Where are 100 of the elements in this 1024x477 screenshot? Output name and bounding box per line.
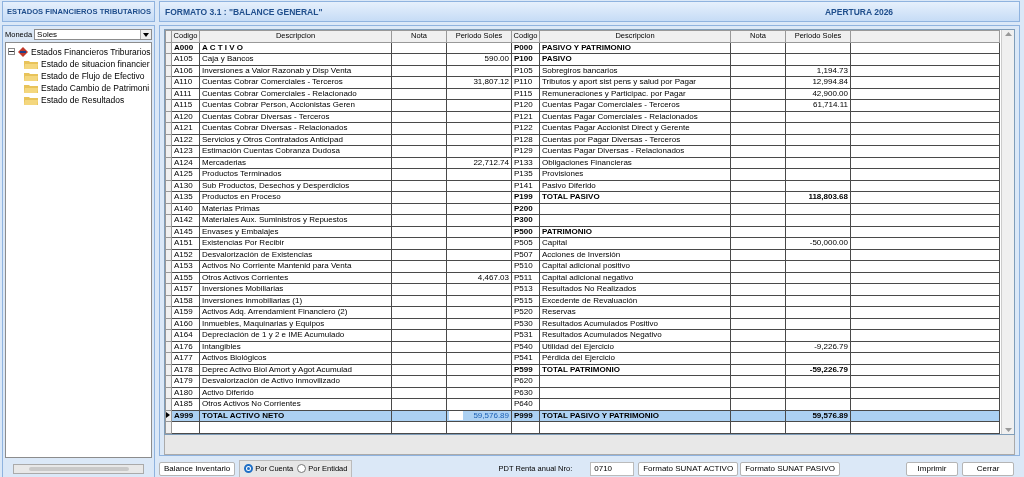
close-button[interactable]: Cerrar: [962, 461, 1014, 476]
table-row[interactable]: A151 Existencias Por Recibir P505 Capital -50,000.00: [165, 237, 1000, 249]
table-row[interactable]: A153 Activos No Corriente Mantenid para Venta P510 Capital adicional positivo: [165, 260, 1000, 272]
scroll-down-icon[interactable]: [1004, 427, 1012, 432]
table-cell: 31,807.12: [473, 77, 509, 87]
table-cell: Reservas: [542, 307, 576, 317]
table-row[interactable]: A123 Estimación Cuentas Cobranza Dudosa P129 Cuentas Pagar Diversas - Relacionados: [165, 145, 1000, 157]
print-button[interactable]: Imprimir: [906, 461, 958, 476]
table-row[interactable]: A152 Desvalorización de Existencias P507 Acciones de Inversión: [165, 249, 1000, 261]
radio-button[interactable]: [297, 464, 307, 473]
table-cell: Activos No Corriente Mantenid para Venta: [202, 261, 352, 271]
tree-item[interactable]: Estados Financieros Triburarios: [31, 46, 151, 57]
moneda-dropdown[interactable]: Soles: [34, 29, 152, 40]
pdt-number-field[interactable]: 0710: [590, 461, 635, 476]
table-row[interactable]: A155 Otros Activos Corrientes 4,467.03 P511 Capital adicional negativo: [165, 272, 1000, 284]
table-row[interactable]: A160 Inmuebles, Maquinarias y Equipos P530 Resultados Acumulados Positivo: [165, 318, 1000, 330]
table-cell: Pasivo Diferido: [542, 180, 596, 190]
table-row[interactable]: A145 Envases y Embalajes P500 PATRIMONIO: [165, 226, 1000, 238]
table-row[interactable]: A130 Sub Productos, Desechos y Desperdicios P141 Pasivo Diferido: [165, 180, 1000, 192]
table-row[interactable]: A178 Deprec Activo Biol Amort y Agot Acumulad P599 TOTAL PATRIMONIO -59,226.79: [165, 364, 1000, 376]
table-cell: Desvalorización de Existencias: [202, 249, 313, 259]
table-row[interactable]: A124 Mercaderias 22,712.74 P133 Obligaciones Financieras: [165, 157, 1000, 169]
table-cell: A124: [174, 157, 193, 167]
dropdown-arrow-icon[interactable]: [140, 30, 151, 39]
collapse-icon[interactable]: [8, 48, 15, 55]
format-button[interactable]: Formato SUNAT ACTIVO: [638, 461, 739, 476]
cell-editor[interactable]: [449, 411, 463, 421]
table-cell: A160: [174, 318, 193, 328]
table-cell: 4,467.03: [477, 272, 509, 282]
table-cell: -59,226.79: [809, 364, 848, 374]
table-row[interactable]: A142 Materiales Aux. Suministros y Repuestos P300: [165, 214, 1000, 226]
vertical-scrollbar[interactable]: [1001, 30, 1014, 434]
selected-row[interactable]: A999 TOTAL ACTIVO NETO 59,576.89 P999 TOTAL PASIVO Y PATRIMONIO 59,576.89: [165, 410, 1000, 422]
table-row[interactable]: A135 Productos en Proceso P199 TOTAL PASIVO 118,803.68: [165, 191, 1000, 203]
table-row[interactable]: A185 Otros Activos No Corrientes P640: [165, 398, 1000, 410]
table-cell: A120: [174, 111, 193, 121]
table-cell: P100: [514, 54, 533, 64]
scroll-up-icon[interactable]: [1004, 32, 1012, 36]
table-cell: P540: [514, 341, 533, 351]
table-cell: A164: [174, 330, 193, 340]
table-cell: P541: [514, 353, 533, 363]
table-cell: 1,194.73: [816, 65, 848, 75]
table-row[interactable]: A179 Desvalorización de Activo Inmovilizado P620: [165, 375, 1000, 387]
table-row[interactable]: A121 Cuentas Cobrar Diversas - Relacionados P122 Cuentas Pagar Accionist Direct y Gerente: [165, 122, 1000, 134]
table-cell: PASIVO: [542, 54, 572, 64]
table-row[interactable]: A122 Servicios y Otros Contratados Anticipad P128 Cuentas por Pagar Diversas - Terceros: [165, 134, 1000, 146]
table-cell: A C T I V O: [202, 42, 244, 52]
table-row[interactable]: A000 A C T I V O P000 PASIVO Y PATRIMONIO: [165, 42, 1000, 54]
horizontal-scrollbar[interactable]: [13, 463, 144, 474]
folder-icon: [24, 70, 38, 81]
table-cell: Obligaciones Financieras: [542, 157, 632, 167]
table-row[interactable]: A177 Activos Biológicos P541 Pérdida del Ejercicio: [165, 352, 1000, 364]
balance-inventario-button[interactable]: Balance Inventario: [159, 461, 236, 476]
table-cell: A111: [174, 88, 192, 98]
table-cell: Inversiones Inmobiliarias (1): [202, 295, 303, 305]
table-cell: A185: [174, 399, 193, 409]
tree-item[interactable]: Estado Cambio de Patrimoni: [41, 82, 150, 93]
radio-button[interactable]: [244, 464, 254, 473]
table-cell: A125: [174, 169, 193, 179]
table-cell: Utilidad del Ejercicio: [542, 341, 615, 351]
table-row[interactable]: A157 Inversiones Mobiliarias P513 Resultados No Realizados: [165, 283, 1000, 295]
format-button[interactable]: Formato SUNAT PASIVO: [740, 461, 840, 476]
table-cell: 118,803.68: [808, 192, 848, 202]
table-cell: -50,000.00: [809, 238, 848, 248]
tree-item[interactable]: Estado de situacion financier: [41, 58, 150, 69]
table-cell: Mercaderias: [202, 157, 246, 167]
table-cell: Cuentas Cobrar Comerciales - Relacionado: [202, 88, 357, 98]
table-cell: TOTAL ACTIVO NETO: [202, 410, 285, 420]
table-cell: Cuentas Pagar Accionist Direct y Gerente: [542, 123, 690, 133]
scrollbar-thumb[interactable]: [28, 466, 129, 471]
table-row[interactable]: A115 Cuentas Cobrar Person, Accionistas Geren P120 Cuentas Pagar Comerciales - Terceros 61,714.11: [165, 99, 1000, 111]
table-row[interactable]: A110 Cuentas Cobrar Comerciales - Terceros 31,807.12 P110 Tributos y aport sist pens y salud por Pagar 12,994.84: [165, 76, 1000, 88]
table-cell: Cuentas Pagar Comerciales - Relacionados: [542, 111, 698, 121]
table-cell: 590.00: [484, 54, 509, 64]
table-cell: 12,994.84: [812, 77, 848, 87]
table-cell: Existencias Por Recibir: [202, 238, 285, 248]
table-cell: Cuentas Cobrar Person, Accionistas Geren: [202, 100, 355, 110]
table-cell: A140: [174, 203, 193, 213]
table-row[interactable]: A158 Inversiones Inmobiliarias (1) P515 Excedente de Revaluación: [165, 295, 1000, 307]
table-cell: A145: [174, 226, 193, 236]
row-pointer-icon: [166, 411, 170, 418]
table-cell: Acciones de Inversión: [542, 249, 621, 259]
table-cell: 22,712.74: [473, 157, 509, 167]
table-row[interactable]: A106 Inversiones a Valor Razonab y Disp Venta P105 Sobregiros bancarios 1,194.73: [165, 65, 1000, 77]
table-row[interactable]: A111 Cuentas Cobrar Comerciales - Relacionado P115 Remuneraciones y Participac. por Pagar 42,900.00: [165, 88, 1000, 100]
table-row[interactable]: A159 Activos Adq. Arrendamient Financiero (2) P520 Reservas: [165, 306, 1000, 318]
folder-icon: [24, 94, 38, 105]
table-row[interactable]: A180 Activo Diferido P630: [165, 387, 1000, 399]
table-cell: Productos en Proceso: [202, 192, 281, 202]
tree-item[interactable]: Estado de Flujo de Efectivo: [41, 70, 145, 81]
table-row[interactable]: A140 Materias Primas P200: [165, 203, 1000, 215]
table-row[interactable]: A164 Depreciación de 1 y 2 e IME Acumulado P531 Resultados Acumulados Negativo: [165, 329, 1000, 341]
table-cell: P141: [514, 180, 533, 190]
table-row[interactable]: A125 Productos Terminados P135 Provisiones: [165, 168, 1000, 180]
table-row[interactable]: A176 Intangibles P540 Utilidad del Ejercicio -9,226.79: [165, 341, 1000, 353]
table-cell: P115: [514, 88, 533, 98]
tree-item[interactable]: Estado de Resultados: [41, 94, 125, 105]
table-row[interactable]: A105 Caja y Bancos 590.00 P100 PASIVO: [165, 53, 1000, 65]
table-cell: Remuneraciones y Participac. por Pagar: [542, 88, 686, 98]
table-row[interactable]: A120 Cuentas Cobrar Diversas - Terceros P121 Cuentas Pagar Comerciales - Relacionados: [165, 111, 1000, 123]
